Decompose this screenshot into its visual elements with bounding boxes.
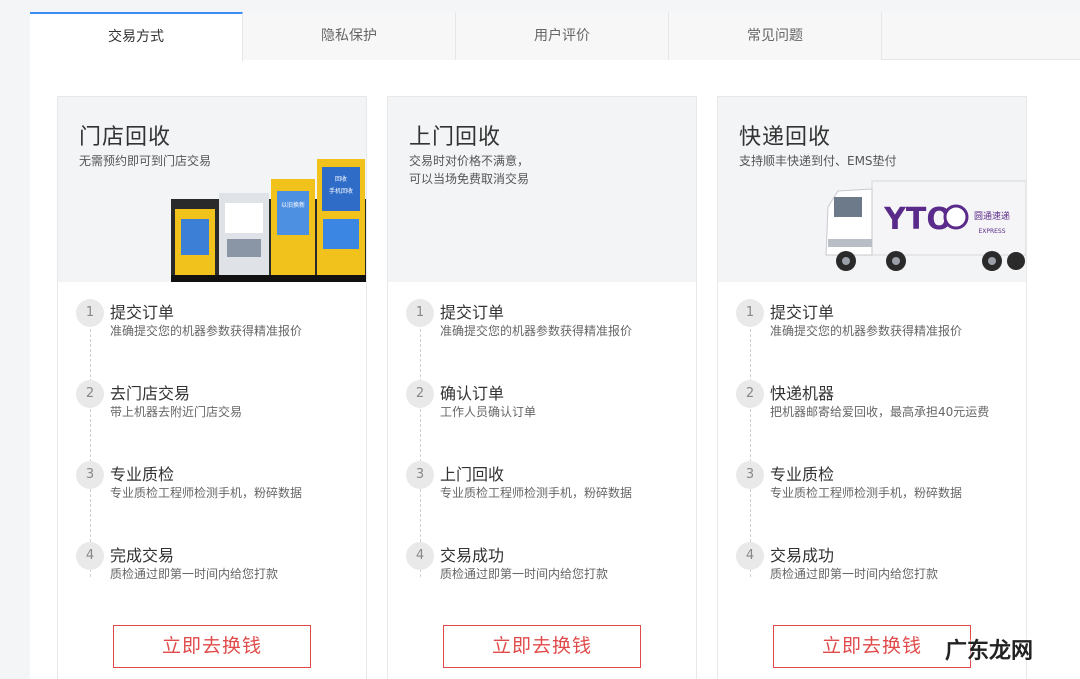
step-title: 交易成功 bbox=[770, 546, 835, 565]
tab-reviews[interactable]: 用户评价 bbox=[456, 12, 669, 60]
step-number: 3 bbox=[736, 461, 764, 489]
step-item: 1 提交订单 准确提交您的机器参数获得精准报价 bbox=[406, 297, 696, 357]
step-description: 质检通过即第一时间内给您打款 bbox=[110, 567, 279, 581]
step-title: 提交订单 bbox=[770, 303, 835, 322]
step-description: 专业质检工程师检测手机，粉碎数据 bbox=[770, 486, 963, 500]
tab-privacy[interactable]: 隐私保护 bbox=[243, 12, 456, 60]
card-title: 快递回收 bbox=[739, 125, 832, 150]
step-item: 2 去门店交易 带上机器去附近门店交易 bbox=[76, 378, 366, 438]
step-number: 2 bbox=[406, 380, 434, 408]
step-description: 工作人员确认订单 bbox=[440, 405, 537, 419]
yto-express-truck-image: YTO 圆通速递 EXPRESS bbox=[825, 180, 1026, 271]
kiosk-machines-image: 以旧换新 回收 手机回收 bbox=[171, 159, 366, 282]
step-description: 准确提交您的机器参数获得精准报价 bbox=[770, 324, 963, 338]
step-title: 交易成功 bbox=[440, 546, 505, 565]
step-number: 4 bbox=[736, 542, 764, 570]
card-subtitle-line: 支持顺丰快递到付、EMS垫付 bbox=[739, 154, 897, 168]
card-header: 快递回收 支持顺丰快递到付、EMS垫付 YTO 圆通速递 EXPRESS bbox=[718, 97, 1026, 282]
step-item: 2 快递机器 把机器邮寄给爱回收，最高承担40元运费 bbox=[736, 378, 1026, 438]
step-number: 1 bbox=[406, 299, 434, 327]
step-description: 质检通过即第一时间内给您打款 bbox=[440, 567, 609, 581]
exchange-cash-button[interactable]: 立即去换钱 bbox=[443, 625, 641, 668]
step-item: 1 提交订单 准确提交您的机器参数获得精准报价 bbox=[76, 297, 366, 357]
card-door-recycle: 上门回收 交易时对价格不满意， 可以当场免费取消交易 1 提交订单 准确提交您的… bbox=[387, 96, 697, 679]
step-title: 提交订单 bbox=[440, 303, 505, 322]
step-item: 3 上门回收 专业质检工程师检测手机，粉碎数据 bbox=[406, 459, 696, 519]
step-number: 2 bbox=[76, 380, 104, 408]
step-description: 专业质检工程师检测手机，粉碎数据 bbox=[110, 486, 303, 500]
step-title: 专业质检 bbox=[770, 465, 835, 484]
kiosk-sign-text-b: 手机回收 bbox=[329, 187, 353, 195]
step-item: 4 交易成功 质检通过即第一时间内给您打款 bbox=[736, 540, 1026, 600]
card-header: 门店回收 无需预约即可到门店交易 以旧换新 回收 手机回收 bbox=[58, 97, 366, 282]
step-description: 带上机器去附近门店交易 bbox=[110, 405, 243, 419]
step-description: 把机器邮寄给爱回收，最高承担40元运费 bbox=[770, 405, 990, 419]
kiosk-screen-text: 以旧换新 bbox=[281, 201, 305, 209]
exchange-cash-button[interactable]: 立即去换钱 bbox=[773, 625, 971, 668]
yto-cn-text: 圆通速递 bbox=[974, 210, 1010, 222]
steps-list: 1 提交订单 准确提交您的机器参数获得精准报价 2 去门店交易 带上机器去附近门… bbox=[76, 297, 366, 597]
watermark: 广东龙网 bbox=[945, 639, 1034, 664]
tab-faq[interactable]: 常见问题 bbox=[669, 12, 882, 60]
card-express-recycle: 快递回收 支持顺丰快递到付、EMS垫付 YTO 圆通速递 EXPRESS 1 提… bbox=[717, 96, 1027, 679]
step-item: 3 专业质检 专业质检工程师检测手机，粉碎数据 bbox=[736, 459, 1026, 519]
card-subtitle-line: 可以当场免费取消交易 bbox=[409, 172, 530, 186]
step-item: 1 提交订单 准确提交您的机器参数获得精准报价 bbox=[736, 297, 1026, 357]
yto-en-text: EXPRESS bbox=[978, 228, 1005, 235]
exchange-cash-button[interactable]: 立即去换钱 bbox=[113, 625, 311, 668]
tab-bar: 交易方式 隐私保护 用户评价 常见问题 bbox=[30, 12, 1080, 61]
step-number: 4 bbox=[406, 542, 434, 570]
step-title: 提交订单 bbox=[110, 303, 175, 322]
steps-list: 1 提交订单 准确提交您的机器参数获得精准报价 2 确认订单 工作人员确认订单 … bbox=[406, 297, 696, 597]
step-title: 去门店交易 bbox=[110, 384, 191, 403]
card-subtitle-line: 交易时对价格不满意， bbox=[409, 154, 530, 168]
card-title: 上门回收 bbox=[409, 125, 502, 150]
card-title: 门店回收 bbox=[79, 125, 172, 150]
steps-list: 1 提交订单 准确提交您的机器参数获得精准报价 2 快递机器 把机器邮寄给爱回收… bbox=[736, 297, 1026, 597]
transaction-panel: 交易方式 隐私保护 用户评价 常见问题 门店回收 无需预约即可到门店交易 以旧换… bbox=[30, 12, 1080, 679]
yto-logo-text: YTO bbox=[883, 202, 952, 237]
kiosk-sign-text-a: 回收 bbox=[335, 175, 347, 183]
step-number: 3 bbox=[406, 461, 434, 489]
card-subtitle: 支持顺丰快递到付、EMS垫付 bbox=[739, 152, 897, 170]
step-description: 准确提交您的机器参数获得精准报价 bbox=[110, 324, 303, 338]
tab-transaction-methods[interactable]: 交易方式 bbox=[30, 12, 243, 61]
step-number: 2 bbox=[736, 380, 764, 408]
step-description: 专业质检工程师检测手机，粉碎数据 bbox=[440, 486, 633, 500]
step-title: 快递机器 bbox=[770, 384, 835, 403]
card-store-recycle: 门店回收 无需预约即可到门店交易 以旧换新 回收 手机回收 1 提交订单 准确提… bbox=[57, 96, 367, 679]
card-subtitle: 交易时对价格不满意， 可以当场免费取消交易 bbox=[409, 152, 529, 188]
step-number: 1 bbox=[736, 299, 764, 327]
step-title: 完成交易 bbox=[110, 546, 175, 565]
step-number: 3 bbox=[76, 461, 104, 489]
step-item: 2 确认订单 工作人员确认订单 bbox=[406, 378, 696, 438]
step-title: 确认订单 bbox=[440, 384, 505, 403]
step-number: 1 bbox=[76, 299, 104, 327]
step-item: 3 专业质检 专业质检工程师检测手机，粉碎数据 bbox=[76, 459, 366, 519]
step-number: 4 bbox=[76, 542, 104, 570]
step-title: 专业质检 bbox=[110, 465, 175, 484]
step-item: 4 完成交易 质检通过即第一时间内给您打款 bbox=[76, 540, 366, 600]
card-header: 上门回收 交易时对价格不满意， 可以当场免费取消交易 bbox=[388, 97, 696, 282]
step-description: 质检通过即第一时间内给您打款 bbox=[770, 567, 939, 581]
step-description: 准确提交您的机器参数获得精准报价 bbox=[440, 324, 633, 338]
step-title: 上门回收 bbox=[440, 465, 505, 484]
step-item: 4 交易成功 质检通过即第一时间内给您打款 bbox=[406, 540, 696, 600]
